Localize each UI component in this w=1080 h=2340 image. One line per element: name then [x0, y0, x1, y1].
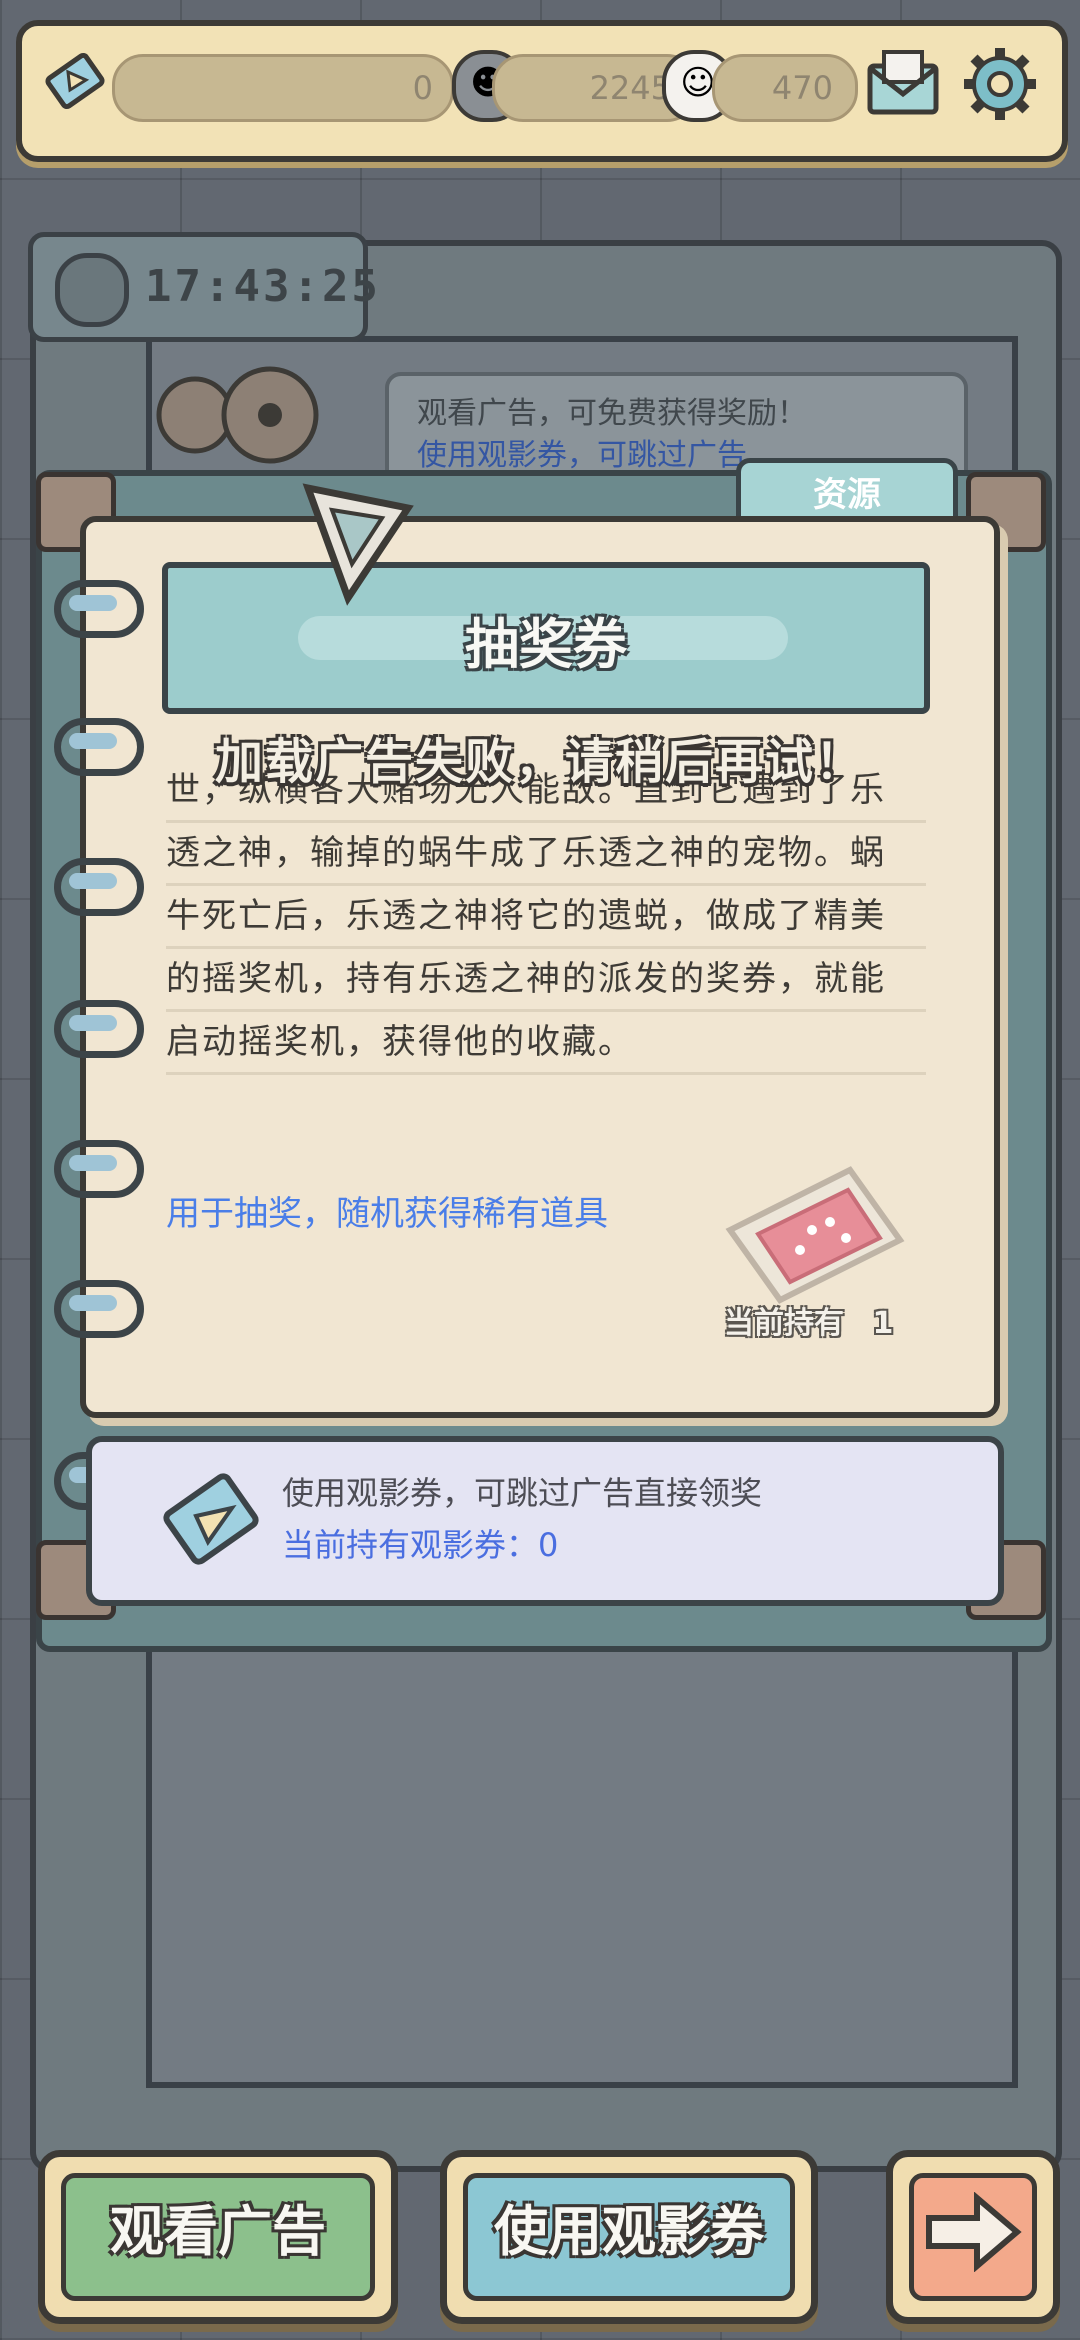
use-voucher-button[interactable]: 使用观影券: [440, 2150, 818, 2324]
ad-hint-line1: 观看广告，可免费获得奖励！: [417, 396, 807, 431]
ghost-track: 470: [712, 54, 858, 122]
voucher-hint: 使用观影券，可跳过广告直接领奖: [282, 1474, 763, 1512]
ghost-value: 470: [771, 69, 833, 107]
story-line: 的摇奖机，持有乐透之神的派发的奖券，就能: [166, 949, 926, 1012]
watch-ad-button[interactable]: 观看广告: [38, 2150, 398, 2324]
timer-text: 17:43:25: [145, 261, 381, 312]
item-title-banner: 抽奖券: [162, 562, 930, 714]
voucher-panel: 使用观影券，可跳过广告直接领奖 当前持有观影券：0: [86, 1436, 1004, 1606]
item-story: 世，纵横各大赌场无人能敌。直到它遇到了乐 透之神，输掉的蜗牛成了乐透之神的宠物。…: [166, 760, 926, 1075]
arrow-right-icon: [909, 2173, 1037, 2301]
film-ticket-icon[interactable]: [40, 46, 110, 116]
binder-ring: [54, 1000, 144, 1058]
energy-track: 0: [112, 54, 454, 122]
film-voucher-icon: [163, 1473, 259, 1565]
use-voucher-label: 使用观影券: [463, 2173, 795, 2301]
binder-ring: [54, 858, 144, 916]
projector-icon: [156, 366, 319, 464]
energy-value: 0: [412, 69, 433, 107]
countdown-timer: 17:43:25: [28, 232, 378, 342]
watch-ad-label: 观看广告: [61, 2173, 375, 2301]
resource-bar: 0 ☻ 2245 ☺ 470: [16, 20, 1068, 162]
binder-ring: [54, 1280, 144, 1338]
owned-count: 当前持有 1: [724, 1298, 893, 1342]
ad-load-failed-toast: 加载广告失败，请稍后再试！: [214, 734, 865, 790]
gear-icon[interactable]: [960, 44, 1040, 124]
film-reel-icon: [55, 253, 129, 327]
lottery-ticket-icon: [725, 1166, 905, 1304]
story-line: 透之神，输掉的蜗牛成了乐透之神的宠物。蜗: [166, 823, 926, 886]
item-use-description: 用于抽奖，随机获得稀有道具: [166, 1194, 608, 1234]
binder-ring: [54, 1140, 144, 1198]
triangle-clip-icon: [302, 483, 414, 606]
coin-value: 2245: [589, 69, 671, 107]
owned-label: 当前持有: [724, 1306, 844, 1341]
story-line: 牛死亡后，乐透之神将它的遗蜕，做成了精美: [166, 886, 926, 949]
story-line: 启动摇奖机，获得他的收藏。: [166, 1012, 926, 1075]
owned-number: 1: [872, 1306, 894, 1341]
next-button[interactable]: [886, 2150, 1060, 2324]
item-title: 抽奖券: [465, 613, 627, 676]
binder-ring: [54, 580, 144, 638]
ad-hint-line2: 使用观影券，可跳过广告: [417, 438, 747, 473]
mail-icon[interactable]: [864, 46, 944, 120]
voucher-count: 当前持有观影券：0: [282, 1526, 559, 1564]
